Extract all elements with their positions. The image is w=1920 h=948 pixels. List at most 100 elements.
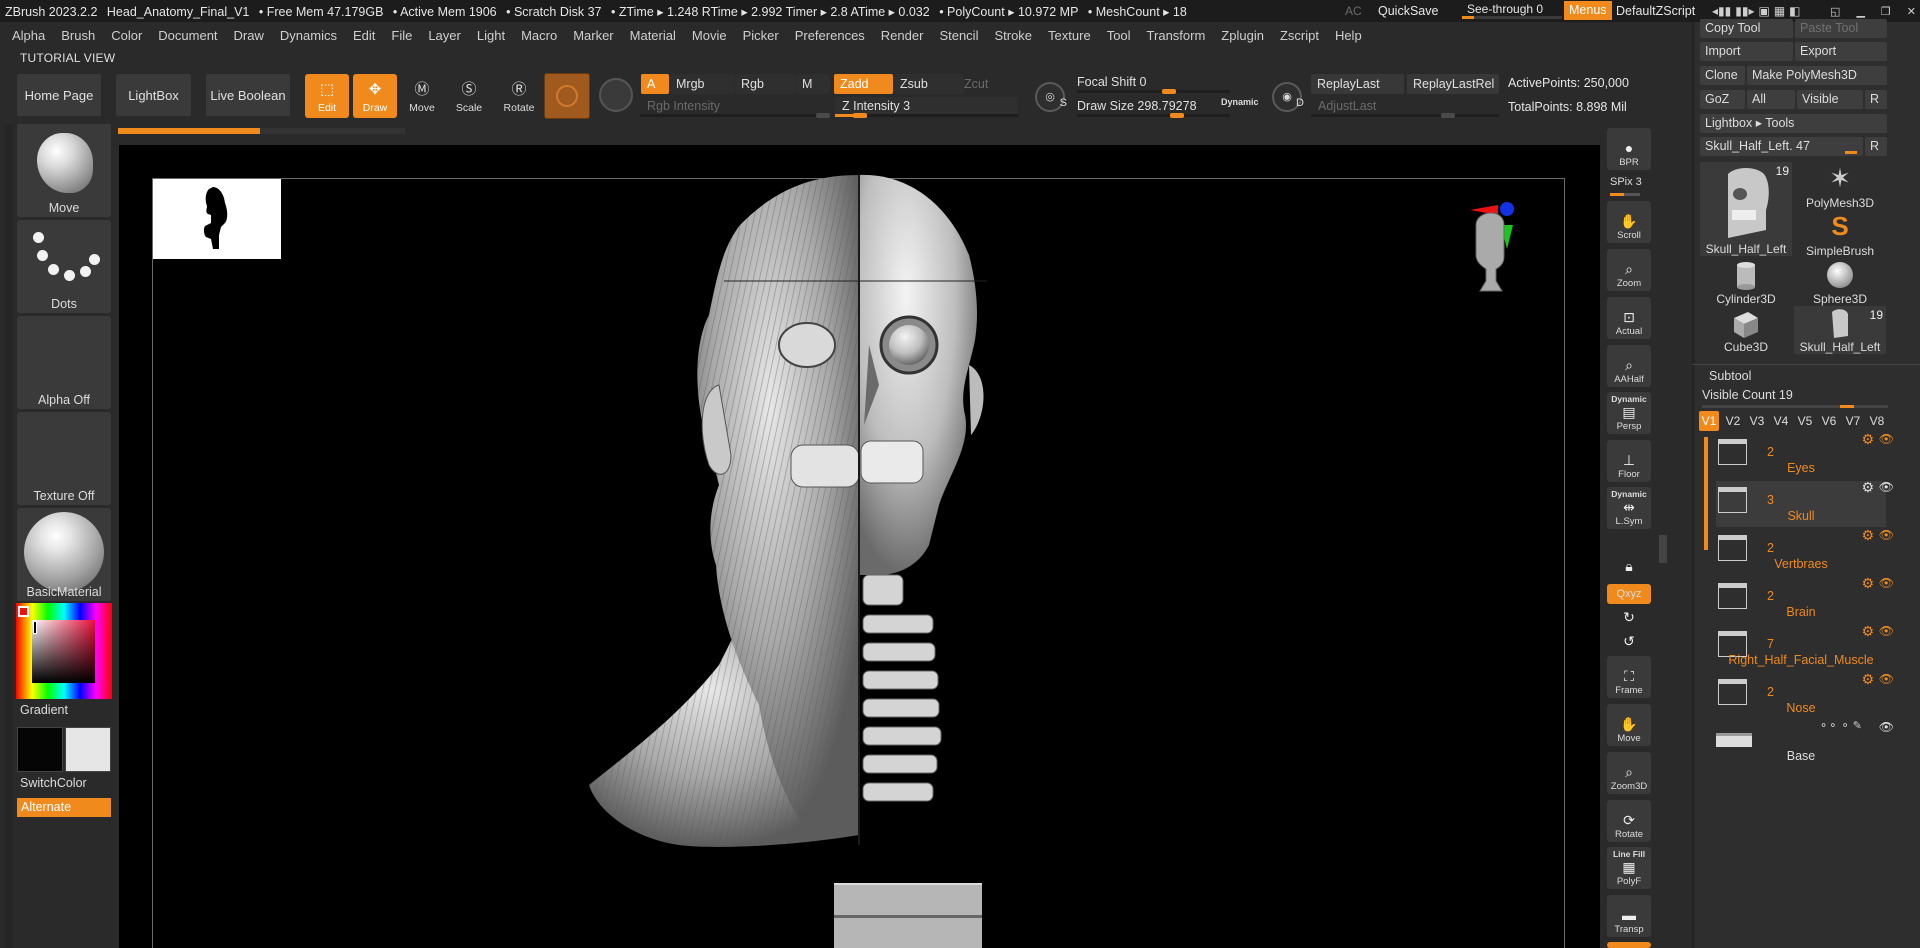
menu-layer[interactable]: Layer	[428, 28, 461, 43]
lightbox-tools-button[interactable]: Lightbox ▸ Tools	[1700, 114, 1887, 133]
subtool-right-half-facial-muscle[interactable]: 7 Right_Half_Facial_Muscle ⚙ 👁︎	[1716, 623, 1894, 671]
brush-selector[interactable]: Move	[17, 124, 111, 217]
main-color-swatch[interactable]	[17, 727, 63, 772]
eye-icon[interactable]: 👁︎	[1879, 528, 1894, 542]
current-tool-r-button[interactable]: R	[1865, 137, 1887, 156]
draw-mode-button[interactable]: ✥ Draw	[353, 74, 397, 118]
tool-cylinder3d[interactable]: Cylinder3D	[1700, 258, 1792, 306]
visibility-set-v6[interactable]: V6	[1819, 411, 1839, 431]
replay-last-rel-button[interactable]: ReplayLastRel	[1407, 74, 1499, 94]
tool-cube3d[interactable]: Cube3D	[1700, 306, 1792, 354]
material-brush-icon[interactable]	[544, 73, 590, 119]
menu-dynamics[interactable]: Dynamics	[280, 28, 337, 43]
subtool-header[interactable]: Subtool	[1709, 369, 1751, 383]
gear-icon[interactable]: ⚙	[1861, 671, 1874, 688]
subtool-brain[interactable]: 2 Brain ⚙ 👁︎	[1716, 575, 1894, 623]
menus-button[interactable]: Menus	[1564, 1, 1612, 20]
menu-marker[interactable]: Marker	[573, 28, 613, 43]
gear-icon[interactable]: ⚙	[1861, 431, 1874, 448]
make-polymesh-button[interactable]: Make PolyMesh3D	[1747, 66, 1887, 85]
texture-brush-icon[interactable]	[599, 78, 633, 112]
zcut-toggle[interactable]: Zcut	[958, 74, 1018, 94]
visibility-set-v1[interactable]: V1	[1699, 411, 1719, 431]
move-mode-button[interactable]: Ⓜ Move	[400, 74, 444, 118]
lock-button[interactable]: 🔒︎	[1607, 535, 1651, 577]
right-tray-handle[interactable]	[1659, 535, 1667, 563]
stroke-s-button[interactable]: ◎ S	[1035, 82, 1067, 112]
move-view-button[interactable]: ✋ Move	[1607, 704, 1651, 746]
menu-alpha[interactable]: Alpha	[12, 28, 45, 43]
bpr-button[interactable]: ● BPR	[1607, 128, 1651, 170]
menu-help[interactable]: Help	[1335, 28, 1362, 43]
rotate-y-button[interactable]: ↻	[1607, 606, 1651, 628]
menu-brush[interactable]: Brush	[61, 28, 95, 43]
quicksave-button[interactable]: QuickSave	[1378, 4, 1438, 18]
zoom-button[interactable]: ⌕ Zoom	[1607, 249, 1651, 291]
persp-button[interactable]: Dynamic ▤ Persp	[1607, 392, 1651, 434]
subtool-options-icon[interactable]: ⚬⚬ ⚬ ✎	[1819, 719, 1862, 732]
visibility-set-v5[interactable]: V5	[1795, 411, 1815, 431]
stroke-d-button[interactable]: ◉ D	[1272, 82, 1304, 112]
rgb-intensity-slider[interactable]: Rgb Intensity	[640, 97, 830, 118]
transp-button[interactable]: ▬ Transp	[1607, 895, 1651, 937]
spix-slider[interactable]: SPix 3	[1610, 176, 1642, 196]
ghost-button[interactable]	[1607, 942, 1651, 948]
tool-skull-half-left-2[interactable]: 19 Skull_Half_Left	[1794, 306, 1886, 354]
draw-size-slider[interactable]: Draw Size 298.79278	[1070, 97, 1230, 118]
layout-left-icon[interactable]: ◂▮▮	[1712, 4, 1731, 18]
menu-macro[interactable]: Macro	[521, 28, 557, 43]
menu-document[interactable]: Document	[158, 28, 217, 43]
zsub-toggle[interactable]: Zsub	[894, 74, 964, 94]
gear-icon[interactable]: ⚙	[1861, 527, 1874, 544]
head-anatomy-model[interactable]	[119, 145, 1600, 948]
alternate-toggle[interactable]: Alternate	[17, 798, 111, 817]
actual-button[interactable]: ⊡ Actual	[1607, 297, 1651, 339]
visibility-set-v2[interactable]: V2	[1723, 411, 1743, 431]
layout-middle-icon[interactable]: ▮▮▸	[1735, 4, 1754, 18]
alpha-selector[interactable]: Alpha Off	[17, 316, 111, 409]
viewport-canvas[interactable]	[119, 145, 1600, 948]
clone-button[interactable]: Clone	[1700, 66, 1745, 85]
subtool-skull[interactable]: 3 Skull ⚙ 👁︎	[1716, 479, 1894, 527]
floor-button[interactable]: ⊥ Floor	[1607, 440, 1651, 482]
menu-movie[interactable]: Movie	[692, 28, 727, 43]
menu-stroke[interactable]: Stroke	[994, 28, 1032, 43]
layout-panel-icon[interactable]: ◧	[1789, 4, 1800, 18]
scroll-button[interactable]: ✋ Scroll	[1607, 201, 1651, 243]
current-tool-slider[interactable]: Skull_Half_Left. 47	[1700, 137, 1863, 156]
secondary-color-swatch[interactable]	[65, 727, 111, 772]
menu-texture[interactable]: Texture	[1048, 28, 1091, 43]
import-button[interactable]: Import	[1700, 42, 1793, 61]
menu-stencil[interactable]: Stencil	[939, 28, 978, 43]
gear-icon[interactable]: ⚙	[1861, 575, 1874, 592]
left-tray-edge[interactable]	[5, 124, 13, 948]
eye-icon[interactable]: 👁︎	[1879, 720, 1894, 734]
ac-toggle[interactable]: AC	[1345, 4, 1362, 18]
scale-mode-button[interactable]: Ⓢ Scale	[447, 74, 491, 118]
copy-tool-button[interactable]: Copy Tool	[1700, 19, 1793, 38]
eye-icon[interactable]: 👁︎	[1879, 480, 1894, 494]
menu-color[interactable]: Color	[111, 28, 142, 43]
gear-icon[interactable]: ⚙	[1861, 479, 1874, 496]
visibility-set-v4[interactable]: V4	[1771, 411, 1791, 431]
tool-polymesh3d[interactable]: ✶ PolyMesh3D	[1794, 162, 1886, 210]
visible-count-slider[interactable]: Visible Count 19	[1702, 388, 1888, 408]
color-square[interactable]	[32, 620, 95, 683]
subtool-vertbraes[interactable]: 2 Vertbraes ⚙ 👁︎	[1716, 527, 1894, 575]
goz-r-button[interactable]: R	[1865, 90, 1887, 109]
tool-skull-half-left[interactable]: 19 Skull_Half_Left	[1700, 162, 1792, 256]
z-intensity-slider[interactable]: Z Intensity 3	[835, 97, 1018, 118]
default-zscript-button[interactable]: DefaultZScript	[1616, 4, 1695, 18]
gear-icon[interactable]: ⚙	[1861, 623, 1874, 640]
gradient-toggle[interactable]: Gradient	[20, 703, 68, 717]
eye-icon[interactable]: 👁︎	[1879, 432, 1894, 446]
menu-light[interactable]: Light	[477, 28, 505, 43]
rgb-toggle[interactable]: Rgb	[735, 74, 795, 94]
lightbox-button[interactable]: LightBox	[116, 74, 191, 116]
menu-preferences[interactable]: Preferences	[795, 28, 865, 43]
paste-tool-button[interactable]: Paste Tool	[1795, 19, 1887, 38]
m-toggle[interactable]: M	[796, 74, 830, 94]
mrgb-toggle[interactable]: Mrgb	[670, 74, 734, 94]
xyz-symmetry-button[interactable]: Qxyz	[1607, 584, 1651, 604]
dynamic-size-toggle[interactable]: Dynamic	[1221, 97, 1259, 107]
